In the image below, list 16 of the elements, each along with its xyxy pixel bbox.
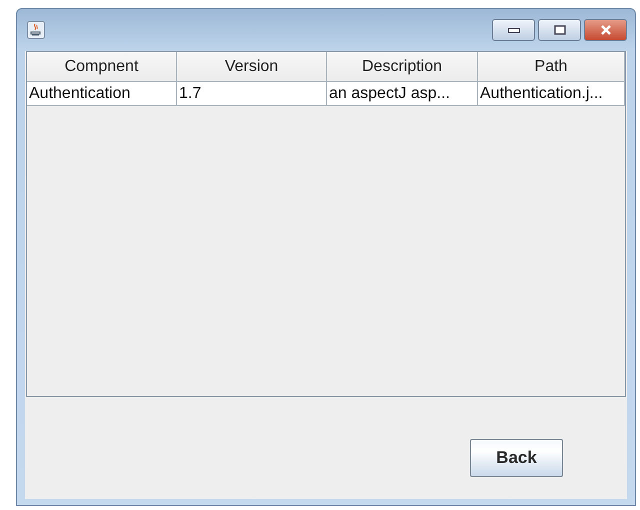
column-header[interactable]: Version — [177, 52, 327, 82]
coffee-cup-icon — [27, 21, 45, 39]
table-cell: Authentication — [27, 82, 177, 106]
table-cell: an aspectJ asp... — [327, 82, 478, 106]
back-button[interactable]: Back — [470, 439, 563, 477]
table-cell: 1.7 — [177, 82, 327, 106]
maximize-button[interactable] — [538, 19, 581, 41]
column-header[interactable]: Compnent — [27, 52, 177, 82]
minimize-button[interactable] — [492, 19, 535, 41]
column-header[interactable]: Path — [478, 52, 625, 82]
maximize-icon — [554, 25, 566, 35]
table-cell: Authentication.j... — [478, 82, 625, 106]
minimize-icon — [508, 27, 520, 33]
column-header[interactable]: Description — [327, 52, 478, 82]
close-icon — [598, 25, 612, 35]
close-button[interactable] — [584, 19, 627, 41]
